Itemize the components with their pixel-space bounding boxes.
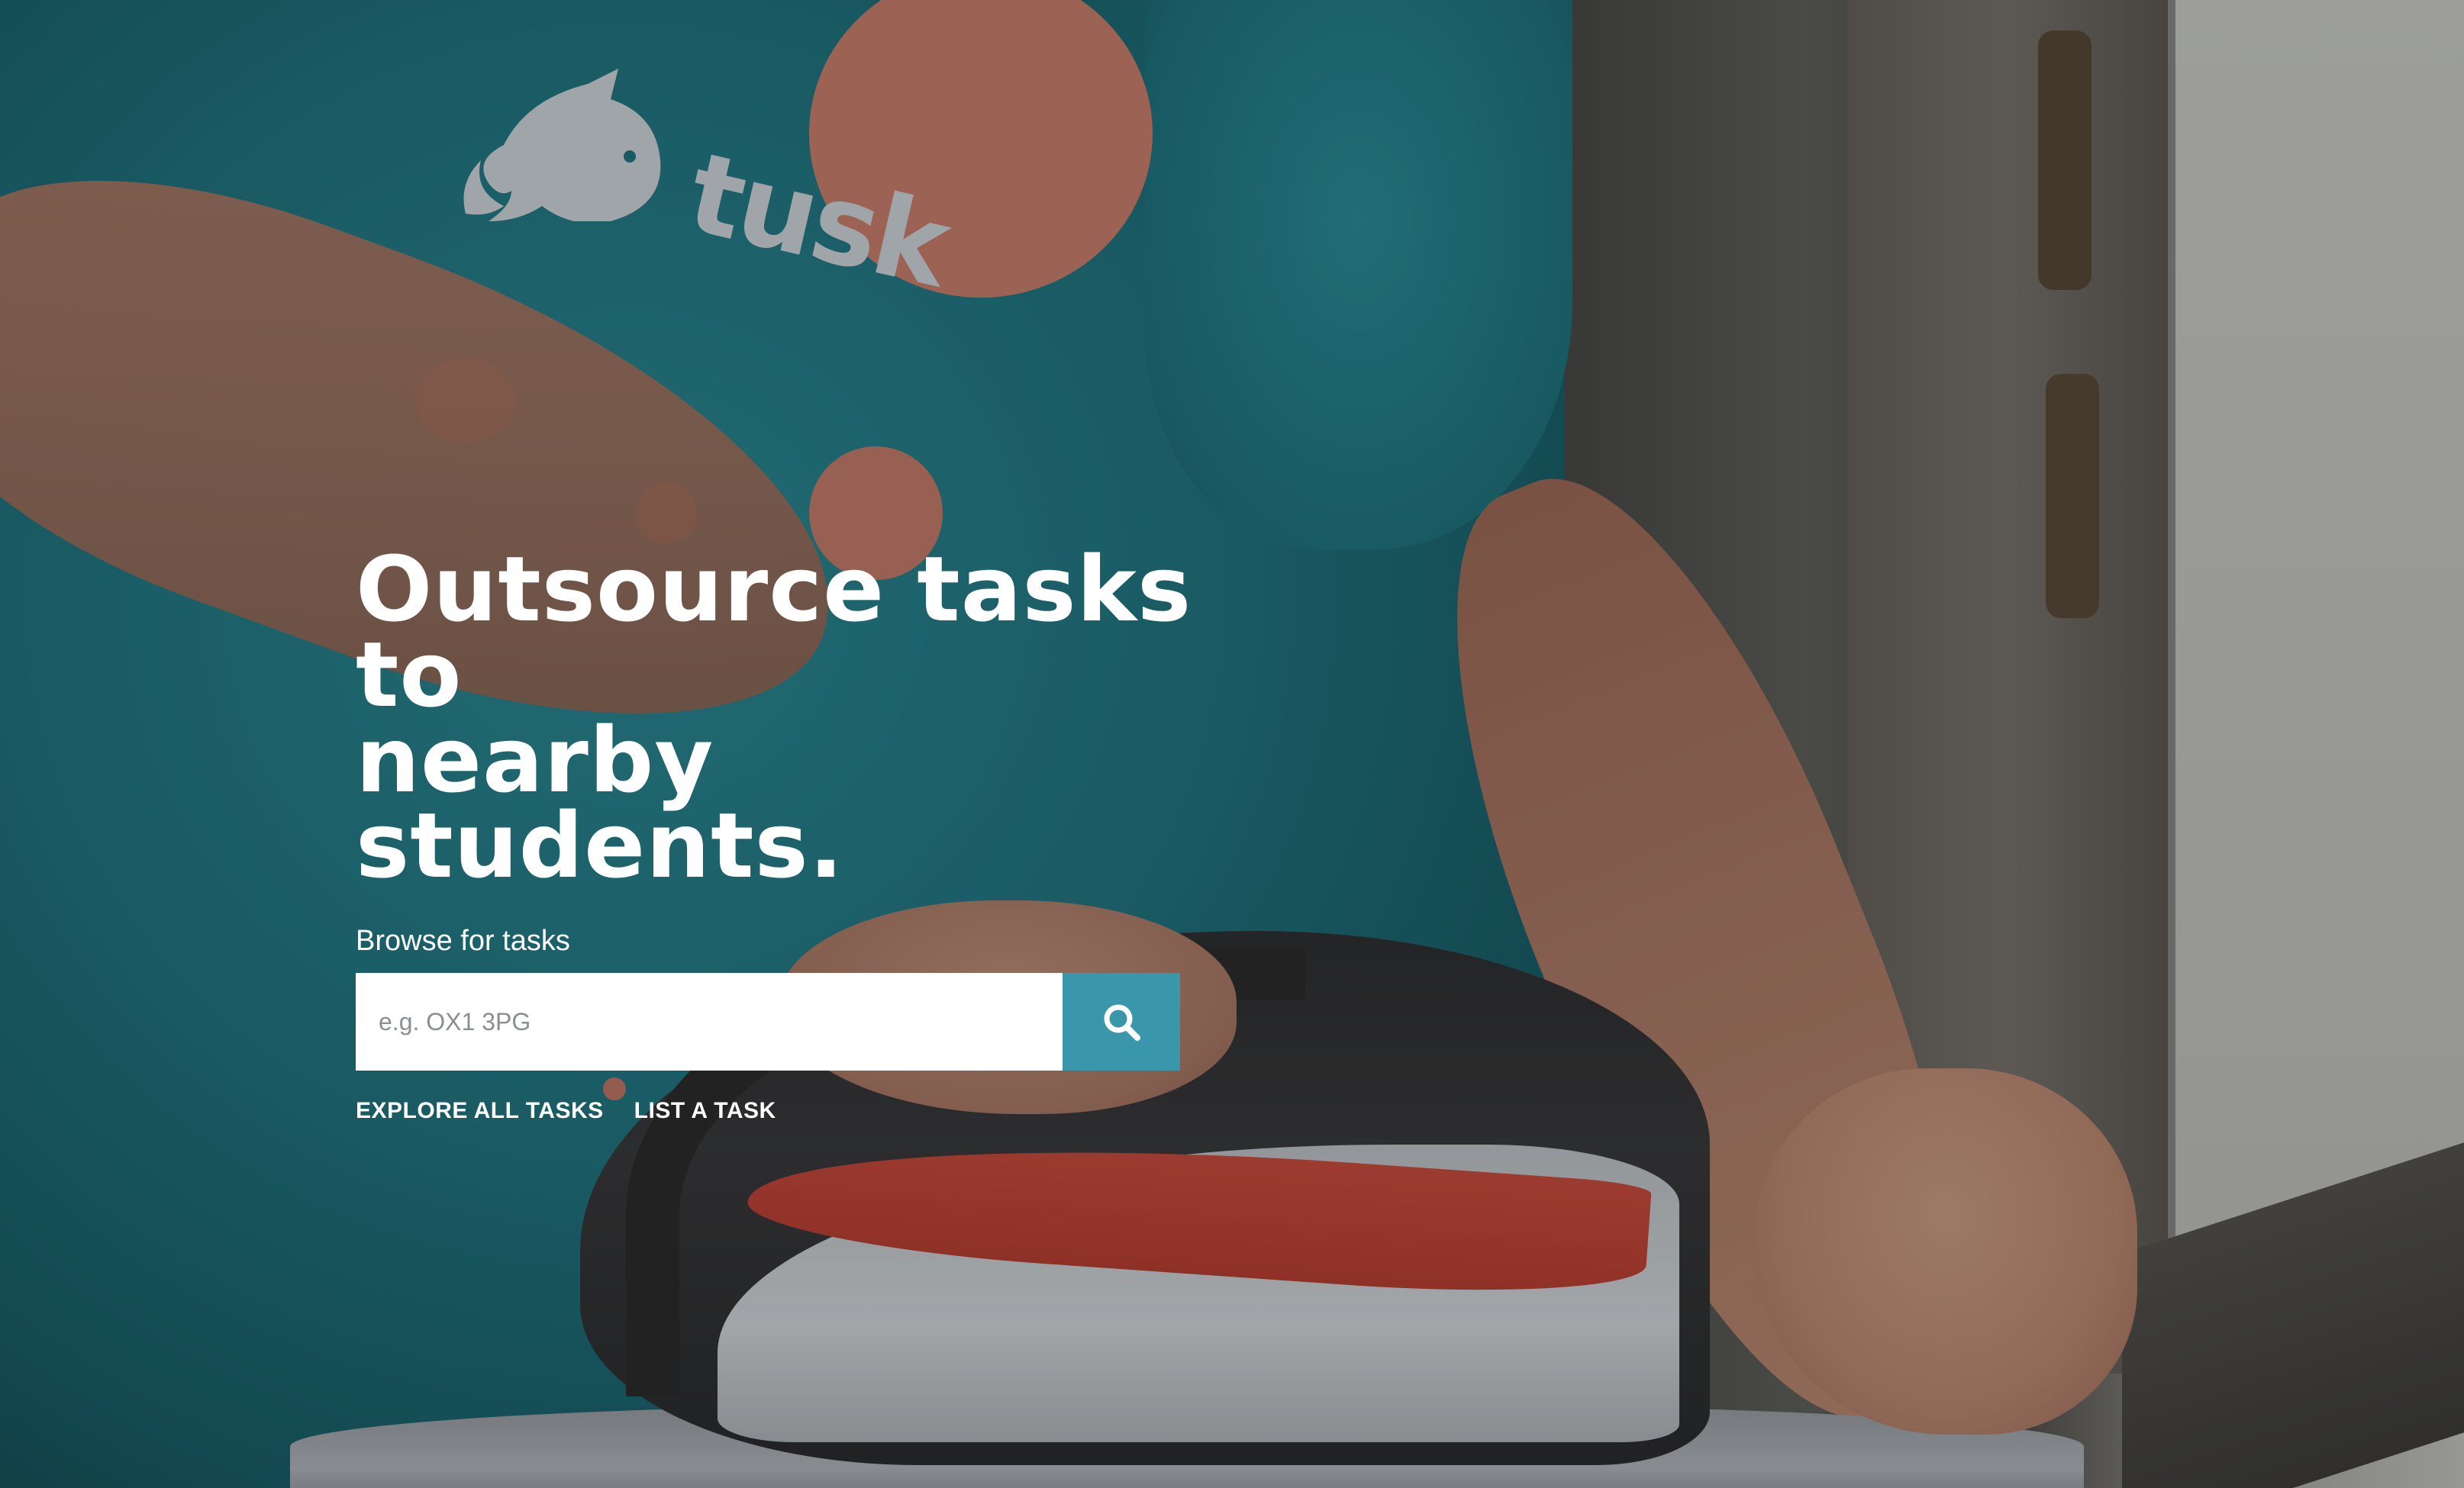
search-button[interactable] <box>1063 973 1180 1071</box>
hero-content: Outsource tasks to nearby students. Brow… <box>356 544 1195 1124</box>
browse-label: Browse for tasks <box>356 925 570 957</box>
search-icon <box>1104 1004 1140 1041</box>
search-bar <box>356 973 1180 1071</box>
hero-headline-line1: Outsource tasks to <box>356 536 1192 727</box>
list-a-task-link[interactable]: LIST A TASK <box>634 1098 776 1124</box>
hero-headline-line2: nearby students. <box>356 707 844 898</box>
hero-headline: Outsource tasks to nearby students. <box>356 544 1195 891</box>
hero-links: EXPLORE ALL TASKS LIST A TASK <box>356 1098 1195 1124</box>
search-input[interactable] <box>356 973 1063 1071</box>
explore-all-tasks-link[interactable]: EXPLORE ALL TASKS <box>356 1098 604 1124</box>
hero-section: tusk Outsource tasks to nearby students.… <box>0 0 2464 1488</box>
